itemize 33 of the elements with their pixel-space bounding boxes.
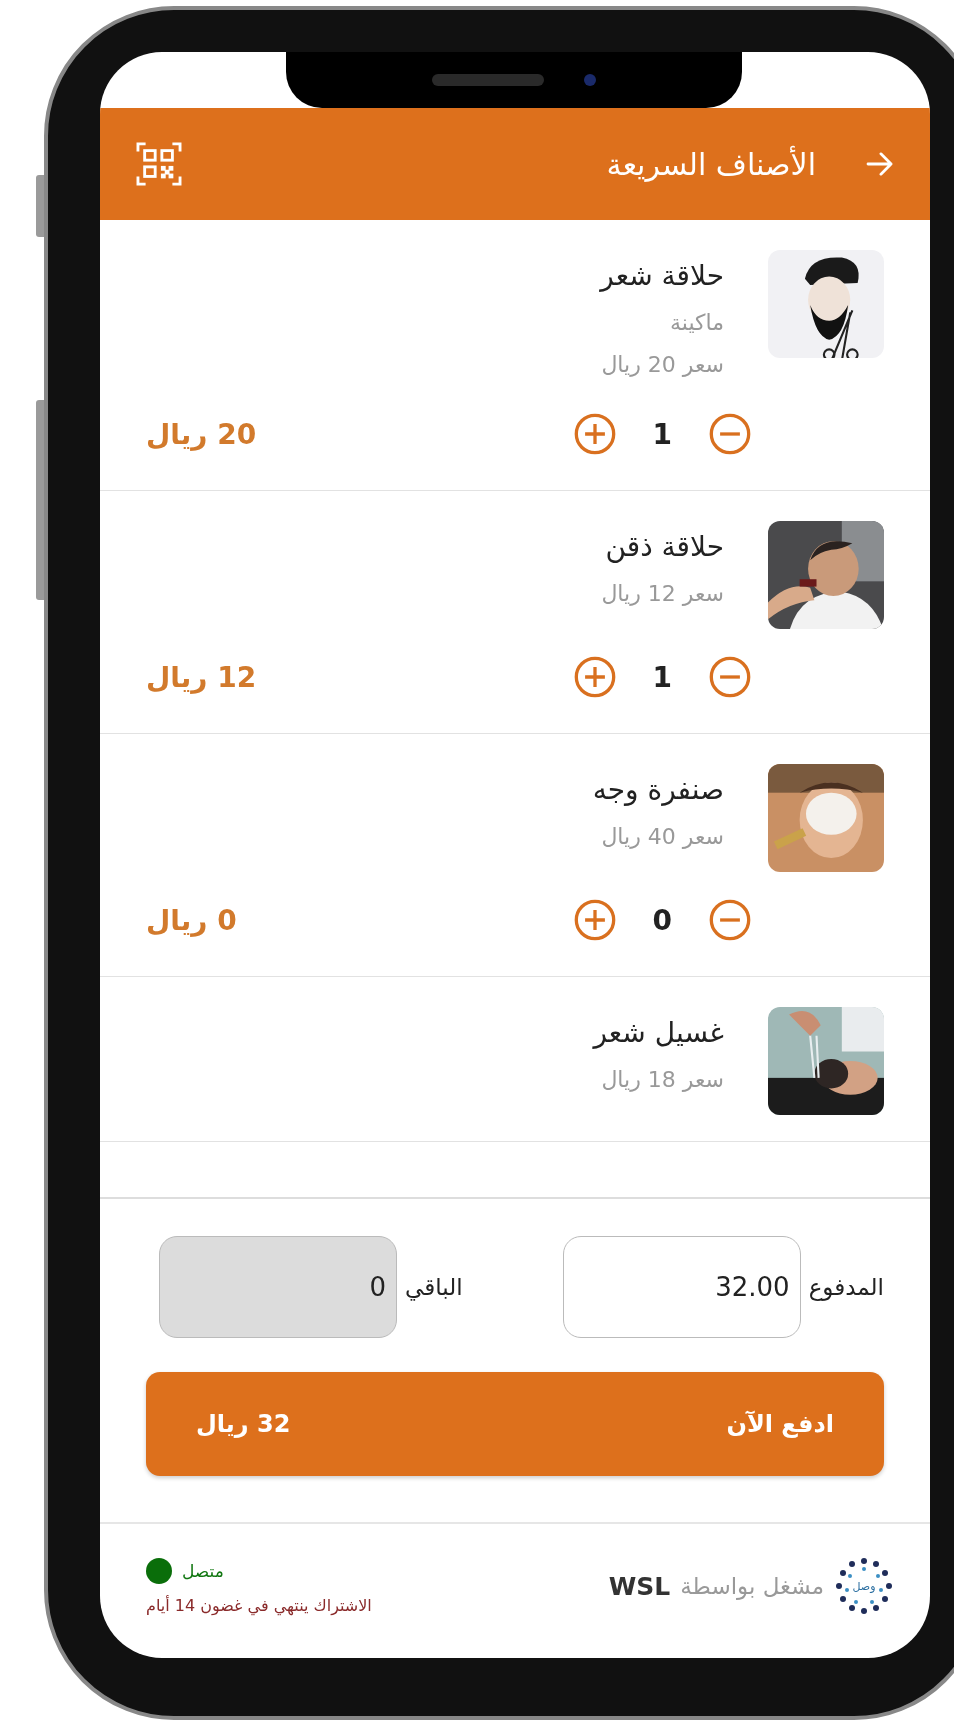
quantity: 0 [652, 903, 672, 937]
item-name: حلاقة شعر [600, 258, 724, 294]
item-name: صنفرة وجه [592, 772, 724, 808]
item-name: حلاقة ذقن [604, 529, 724, 565]
item-total: 12 ريال [146, 660, 257, 694]
increment-button[interactable] [572, 412, 617, 456]
paid-field[interactable]: 32.00 [562, 1236, 801, 1338]
powered-by-text: مشغل بواسطة [680, 1573, 824, 1599]
subscription-note: الاشتراك ينتهي في غضون 14 أيام [146, 1595, 372, 1615]
logo: وصل [834, 1556, 894, 1616]
item-total: 20 ريال [146, 417, 257, 451]
item-variant: ماكينة [668, 309, 724, 337]
item-price: سعر 12 ريال [601, 580, 724, 608]
decrement-button[interactable] [708, 898, 752, 942]
quantity: 1 [652, 417, 672, 451]
quantity: 1 [652, 660, 672, 694]
item-price: سعر 40 ريال [600, 823, 724, 851]
arrow-icon[interactable] [866, 152, 894, 176]
item-price: سعر 20 ريال [600, 351, 724, 379]
brand-name: WSL [608, 1571, 671, 1601]
camera-icon [584, 74, 596, 86]
item-price: سعر 18 ريال [600, 1066, 724, 1094]
increment-button[interactable] [572, 655, 617, 699]
field-label: المدفوع [808, 1274, 884, 1300]
qr-code-icon[interactable] [136, 142, 182, 186]
decrement-button[interactable] [708, 655, 752, 699]
increment-button[interactable] [572, 898, 617, 942]
connection-status: متصل [182, 1560, 224, 1581]
header-title: الأصناف السريعة [606, 146, 816, 182]
decrement-button[interactable] [708, 412, 752, 456]
item-total: 0 ريال [146, 903, 237, 937]
field-label: الباقي [405, 1274, 463, 1300]
item-name: غسيل شعر [593, 1015, 724, 1051]
